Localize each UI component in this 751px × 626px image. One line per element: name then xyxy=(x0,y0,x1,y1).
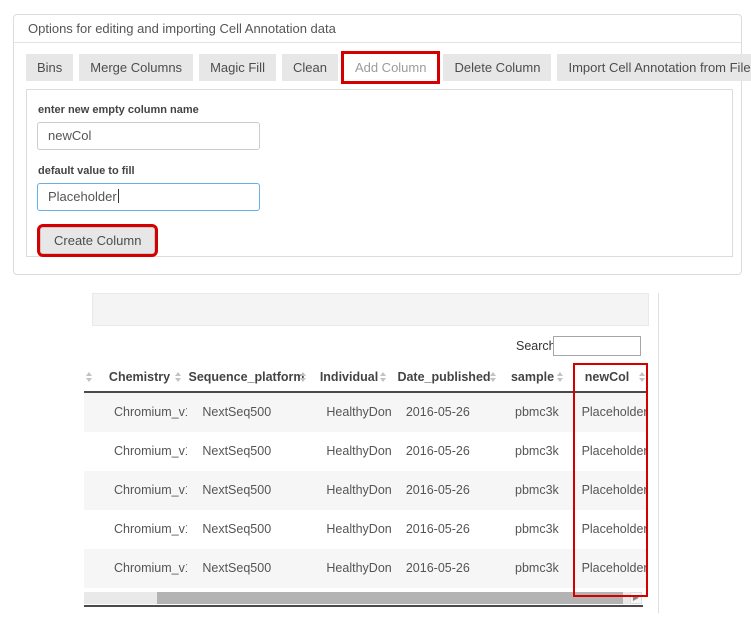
tab-import-cell-annotation-from-file[interactable]: Import Cell Annotation from File xyxy=(557,54,751,81)
sort-icon[interactable] xyxy=(175,372,181,382)
scrollbar-right-arrow-icon[interactable]: ▶ xyxy=(630,592,642,604)
column-header-sample[interactable]: sample xyxy=(499,363,566,391)
table-cell: Chromium_v1 xyxy=(99,432,187,471)
tab-clean[interactable]: Clean xyxy=(282,54,338,81)
table-cell: pbmc3k xyxy=(500,393,567,432)
tab-bins[interactable]: Bins xyxy=(26,54,73,81)
options-panel: Options for editing and importing Cell A… xyxy=(13,14,742,275)
table-body: Chromium_v1NextSeq500HealthyDonor22016-0… xyxy=(84,393,648,588)
tab-merge-columns[interactable]: Merge Columns xyxy=(79,54,193,81)
table-bottom-rule xyxy=(84,605,643,607)
tab-magic-fill[interactable]: Magic Fill xyxy=(199,54,276,81)
column-header-date-published[interactable]: Date_published xyxy=(389,363,499,391)
table-cell: 2016-05-26 xyxy=(391,432,500,471)
table-cell: pbmc3k xyxy=(500,471,567,510)
column-header-individual[interactable]: Individual xyxy=(309,363,389,391)
sort-icon[interactable] xyxy=(490,372,496,382)
table-cell: HealthyDonor2 xyxy=(311,549,390,588)
default-value-text: Placeholder xyxy=(48,189,117,204)
sort-icon[interactable] xyxy=(557,372,563,382)
table-header-row: Chemistry Sequence_platform Individual Date… xyxy=(84,363,648,393)
table-cell: HealthyDonor2 xyxy=(311,471,390,510)
table-row: Chromium_v1NextSeq500HealthyDonor22016-0… xyxy=(84,432,648,471)
table-cell xyxy=(84,510,99,549)
table-cell: 2016-05-26 xyxy=(391,393,500,432)
table-cell: NextSeq500 xyxy=(187,432,311,471)
table-row: Chromium_v1NextSeq500HealthyDonor22016-0… xyxy=(84,510,648,549)
table-cell: Chromium_v1 xyxy=(99,510,187,549)
create-column-button[interactable]: Create Column xyxy=(40,227,155,254)
column-header-clipped[interactable] xyxy=(84,363,95,391)
table-cell: HealthyDonor2 xyxy=(311,393,390,432)
cell-annotation-table-section: Search: ChemistrySequence_platformIndivi… xyxy=(80,293,659,613)
options-panel-title: Options for editing and importing Cell A… xyxy=(14,15,741,43)
table-cell: Placeholder xyxy=(567,510,648,549)
table-cell: Placeholder xyxy=(567,549,648,588)
table-cell: NextSeq500 xyxy=(187,393,311,432)
sort-icon[interactable] xyxy=(380,372,386,382)
options-panel-body: BinsMerge ColumnsMagic FillCleanAdd Colu… xyxy=(14,43,741,269)
sort-icon[interactable] xyxy=(300,372,306,382)
column-header-chemistry[interactable]: Chemistry xyxy=(95,363,184,391)
column-header-label: Individual xyxy=(320,370,378,384)
table-cell: NextSeq500 xyxy=(187,510,311,549)
table-cell: HealthyDonor2 xyxy=(311,432,390,471)
data-table: Chemistry Sequence_platform Individual Date… xyxy=(84,363,648,588)
table-cell: NextSeq500 xyxy=(187,549,311,588)
table-row: Chromium_v1NextSeq500HealthyDonor22016-0… xyxy=(84,393,648,432)
table-toolbar xyxy=(92,293,649,326)
table-cell: HealthyDonor2 xyxy=(311,510,390,549)
tab-delete-column[interactable]: Delete Column xyxy=(443,54,551,81)
sort-icon[interactable] xyxy=(639,372,645,382)
column-header-label: sample xyxy=(511,370,554,384)
table-cell xyxy=(84,393,99,432)
column-header-sequence-platform[interactable]: Sequence_platform xyxy=(184,363,309,391)
tabs-row: BinsMerge ColumnsMagic FillCleanAdd Colu… xyxy=(26,54,733,81)
column-header-label: Chemistry xyxy=(109,370,170,384)
search-input[interactable] xyxy=(553,336,641,356)
page: Options for editing and importing Cell A… xyxy=(0,0,751,626)
table-cell: pbmc3k xyxy=(500,432,567,471)
table-cell: NextSeq500 xyxy=(187,471,311,510)
table-cell: pbmc3k xyxy=(500,549,567,588)
table-cell: 2016-05-26 xyxy=(391,471,500,510)
table-cell xyxy=(84,549,99,588)
table-cell: 2016-05-26 xyxy=(391,549,500,588)
table-cell: Chromium_v1 xyxy=(99,471,187,510)
table-cell: Placeholder xyxy=(567,471,648,510)
new-column-name-label: enter new empty column name xyxy=(38,104,720,116)
sort-icon[interactable] xyxy=(86,372,92,382)
new-column-name-input[interactable]: newCol xyxy=(37,122,260,150)
column-header-label: newCol xyxy=(585,370,629,384)
table-cell: Placeholder xyxy=(567,393,648,432)
column-header-newcol[interactable]: newCol xyxy=(566,363,648,391)
new-column-name-value: newCol xyxy=(48,128,91,143)
horizontal-scrollbar-track[interactable] xyxy=(84,592,630,604)
tab-add-column[interactable]: Add Column xyxy=(344,54,438,81)
table-cell: Chromium_v1 xyxy=(99,393,187,432)
table-row: Chromium_v1NextSeq500HealthyDonor22016-0… xyxy=(84,549,648,588)
table-cell xyxy=(84,471,99,510)
table-row: Chromium_v1NextSeq500HealthyDonor22016-0… xyxy=(84,471,648,510)
table-cell: 2016-05-26 xyxy=(391,510,500,549)
table-cell: Placeholder xyxy=(567,432,648,471)
default-value-label: default value to fill xyxy=(38,165,720,177)
add-column-tab-pane: enter new empty column name newCol defau… xyxy=(26,89,733,257)
table-cell: Chromium_v1 xyxy=(99,549,187,588)
text-caret xyxy=(118,189,119,203)
table-cell xyxy=(84,432,99,471)
column-header-label: Date_published xyxy=(397,370,490,384)
table-cell: pbmc3k xyxy=(500,510,567,549)
default-value-input[interactable]: Placeholder xyxy=(37,183,260,211)
column-header-label: Sequence_platform xyxy=(188,370,304,384)
horizontal-scrollbar-thumb[interactable] xyxy=(157,592,623,604)
